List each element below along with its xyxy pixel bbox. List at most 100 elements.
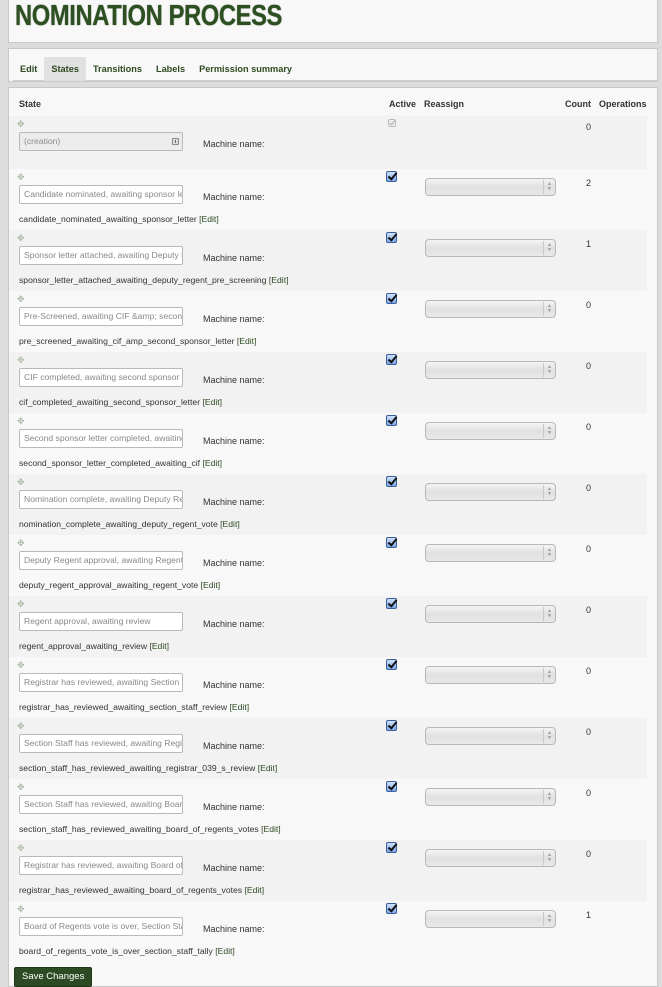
active-checkbox[interactable]: [386, 476, 397, 487]
active-checkbox[interactable]: [386, 598, 397, 609]
machine-name-label: Machine name:: [203, 802, 265, 812]
reassign-select[interactable]: ▲ ▼: [425, 727, 556, 745]
reassign-select[interactable]: ▲ ▼: [425, 666, 556, 684]
tab-labels[interactable]: Labels: [149, 57, 192, 81]
reassign-select[interactable]: ▲ ▼: [425, 788, 556, 806]
machine-name-value: cif_completed_awaiting_second_sponsor_le…: [19, 397, 222, 407]
state-count: 1: [586, 239, 592, 249]
state-name-input[interactable]: Regent approval, awaiting review: [19, 612, 183, 631]
state-name-input[interactable]: Candidate nominated, awaiting sponsor le…: [19, 185, 183, 204]
state-name-input[interactable]: Section Staff has reviewed, awaiting Boa…: [19, 795, 183, 814]
drag-handle-icon[interactable]: ✥: [17, 173, 26, 182]
drag-handle-icon[interactable]: ✥: [17, 356, 26, 365]
drag-handle-icon[interactable]: ✥: [17, 905, 26, 914]
edit-machine-name-link[interactable]: [Edit]: [269, 275, 289, 285]
machine-name-label: Machine name:: [203, 314, 265, 324]
select-arrows-icon: ▲ ▼: [547, 669, 552, 680]
active-checkbox[interactable]: [386, 171, 397, 182]
state-name-input[interactable]: Board of Regents vote is over, Section S…: [19, 917, 183, 936]
machine-name-text: second_sponsor_letter_completed_awaiting…: [19, 458, 201, 468]
reassign-select[interactable]: ▲ ▼: [425, 544, 556, 562]
machine-name-label: Machine name:: [203, 863, 265, 873]
edit-machine-name-link[interactable]: [Edit]: [202, 458, 222, 468]
state-count: 0: [586, 483, 592, 493]
state-name-input[interactable]: CIF completed, awaiting second sponsor l…: [19, 368, 183, 387]
active-checkbox[interactable]: [386, 232, 397, 243]
edit-machine-name-link[interactable]: [Edit]: [149, 641, 169, 651]
active-checkbox[interactable]: [386, 537, 397, 548]
active-checkbox[interactable]: [386, 903, 397, 914]
reassign-select[interactable]: ▲ ▼: [425, 300, 556, 318]
state-name-value: Deputy Regent approval, awaiting Regent …: [24, 555, 183, 565]
drag-handle-icon[interactable]: ✥: [17, 417, 26, 426]
reassign-select[interactable]: ▲ ▼: [425, 910, 556, 928]
drag-handle-icon[interactable]: ✥: [17, 783, 26, 792]
edit-machine-name-link[interactable]: [Edit]: [202, 397, 222, 407]
machine-name-label: Machine name:: [203, 741, 265, 751]
tab-permission-summary[interactable]: Permission summary: [192, 57, 299, 81]
state-name-input[interactable]: Section Staff has reviewed, awaiting Reg…: [19, 734, 183, 753]
table-row: ✥ Deputy Regent approval, awaiting Regent…: [9, 535, 647, 596]
state-name-input[interactable]: Second sponsor letter completed, awaitin…: [19, 429, 183, 448]
state-name-input[interactable]: Registrar has reviewed, awaiting Section…: [19, 673, 183, 692]
edit-machine-name-link[interactable]: [Edit]: [220, 519, 240, 529]
edit-machine-name-link[interactable]: [Edit]: [230, 702, 250, 712]
active-checkbox[interactable]: [386, 293, 397, 304]
drag-handle-icon[interactable]: ✥: [17, 120, 26, 129]
drag-handle-icon[interactable]: ✥: [17, 844, 26, 853]
active-checkbox[interactable]: [386, 415, 397, 426]
active-checkbox[interactable]: [386, 842, 397, 853]
save-changes-button[interactable]: Save Changes: [14, 967, 93, 987]
select-arrows-icon: ▲ ▼: [547, 608, 552, 619]
machine-name-value: section_staff_has_reviewed_awaiting_boar…: [19, 824, 281, 834]
drag-handle-icon[interactable]: ✥: [17, 722, 26, 731]
edit-machine-name-link[interactable]: [Edit]: [201, 580, 221, 590]
drag-handle-icon[interactable]: ✥: [17, 478, 26, 487]
drag-handle-icon[interactable]: ✥: [17, 600, 26, 609]
reassign-select[interactable]: ▲ ▼: [425, 605, 556, 623]
edit-machine-name-link[interactable]: [Edit]: [237, 336, 257, 346]
active-checkbox[interactable]: [386, 354, 397, 365]
state-name-input[interactable]: Pre-Screened, awaiting CIF &amp; second …: [19, 307, 183, 326]
edit-machine-name-link[interactable]: [Edit]: [245, 885, 265, 895]
machine-name-value: pre_screened_awaiting_cif_amp_second_spo…: [19, 336, 256, 346]
reassign-select[interactable]: ▲ ▼: [425, 239, 556, 257]
active-checkbox[interactable]: [386, 720, 397, 731]
reassign-select[interactable]: ▲ ▼: [425, 361, 556, 379]
edit-machine-name-link[interactable]: [Edit]: [199, 214, 219, 224]
reassign-select[interactable]: ▲ ▼: [425, 849, 556, 867]
active-checkbox[interactable]: [386, 659, 397, 670]
tab-transitions[interactable]: Transitions: [86, 57, 149, 81]
machine-name-label: Machine name:: [203, 497, 265, 507]
state-count: 0: [586, 544, 592, 554]
drag-handle-icon[interactable]: ✥: [17, 295, 26, 304]
state-name-input: (creation): [19, 132, 183, 151]
state-count: 0: [586, 605, 592, 615]
state-name-value: CIF completed, awaiting second sponsor l…: [24, 372, 182, 382]
state-name-input[interactable]: Nomination complete, awaiting Deputy Reg…: [19, 490, 183, 509]
drag-handle-icon[interactable]: ✥: [17, 234, 26, 243]
state-name-value: Second sponsor letter completed, awaitin…: [24, 433, 183, 443]
machine-name-value: registrar_has_reviewed_awaiting_section_…: [19, 702, 249, 712]
machine-name-text: registrar_has_reviewed_awaiting_section_…: [19, 702, 228, 712]
tab-states[interactable]: States: [44, 57, 86, 81]
state-name-input[interactable]: Registrar has reviewed, awaiting Board o…: [19, 856, 183, 875]
state-name-value: Sponsor letter attached, awaiting Deputy…: [24, 250, 182, 260]
state-name-input[interactable]: Sponsor letter attached, awaiting Deputy…: [19, 246, 183, 265]
select-arrows-icon: ▲ ▼: [547, 913, 552, 924]
reassign-select[interactable]: ▲ ▼: [425, 422, 556, 440]
edit-machine-name-link[interactable]: [Edit]: [215, 946, 235, 956]
reassign-select[interactable]: ▲ ▼: [425, 483, 556, 501]
table-row: ✥ Regent approval, awaiting review Machine…: [9, 596, 647, 657]
reassign-select[interactable]: ▲ ▼: [425, 178, 556, 196]
drag-handle-icon[interactable]: ✥: [17, 661, 26, 670]
active-checkbox[interactable]: [386, 781, 397, 792]
tabs-box: Edit States Transitions Labels Permissio…: [8, 48, 658, 82]
edit-machine-name-link[interactable]: [Edit]: [261, 824, 281, 834]
tab-edit[interactable]: Edit: [13, 57, 44, 81]
machine-name-value: board_of_regents_vote_is_over_section_st…: [19, 946, 235, 956]
state-name-input[interactable]: Deputy Regent approval, awaiting Regent …: [19, 551, 183, 570]
edit-machine-name-link[interactable]: [Edit]: [258, 763, 278, 773]
select-arrows-icon: ▲ ▼: [547, 852, 552, 863]
drag-handle-icon[interactable]: ✥: [17, 539, 26, 548]
